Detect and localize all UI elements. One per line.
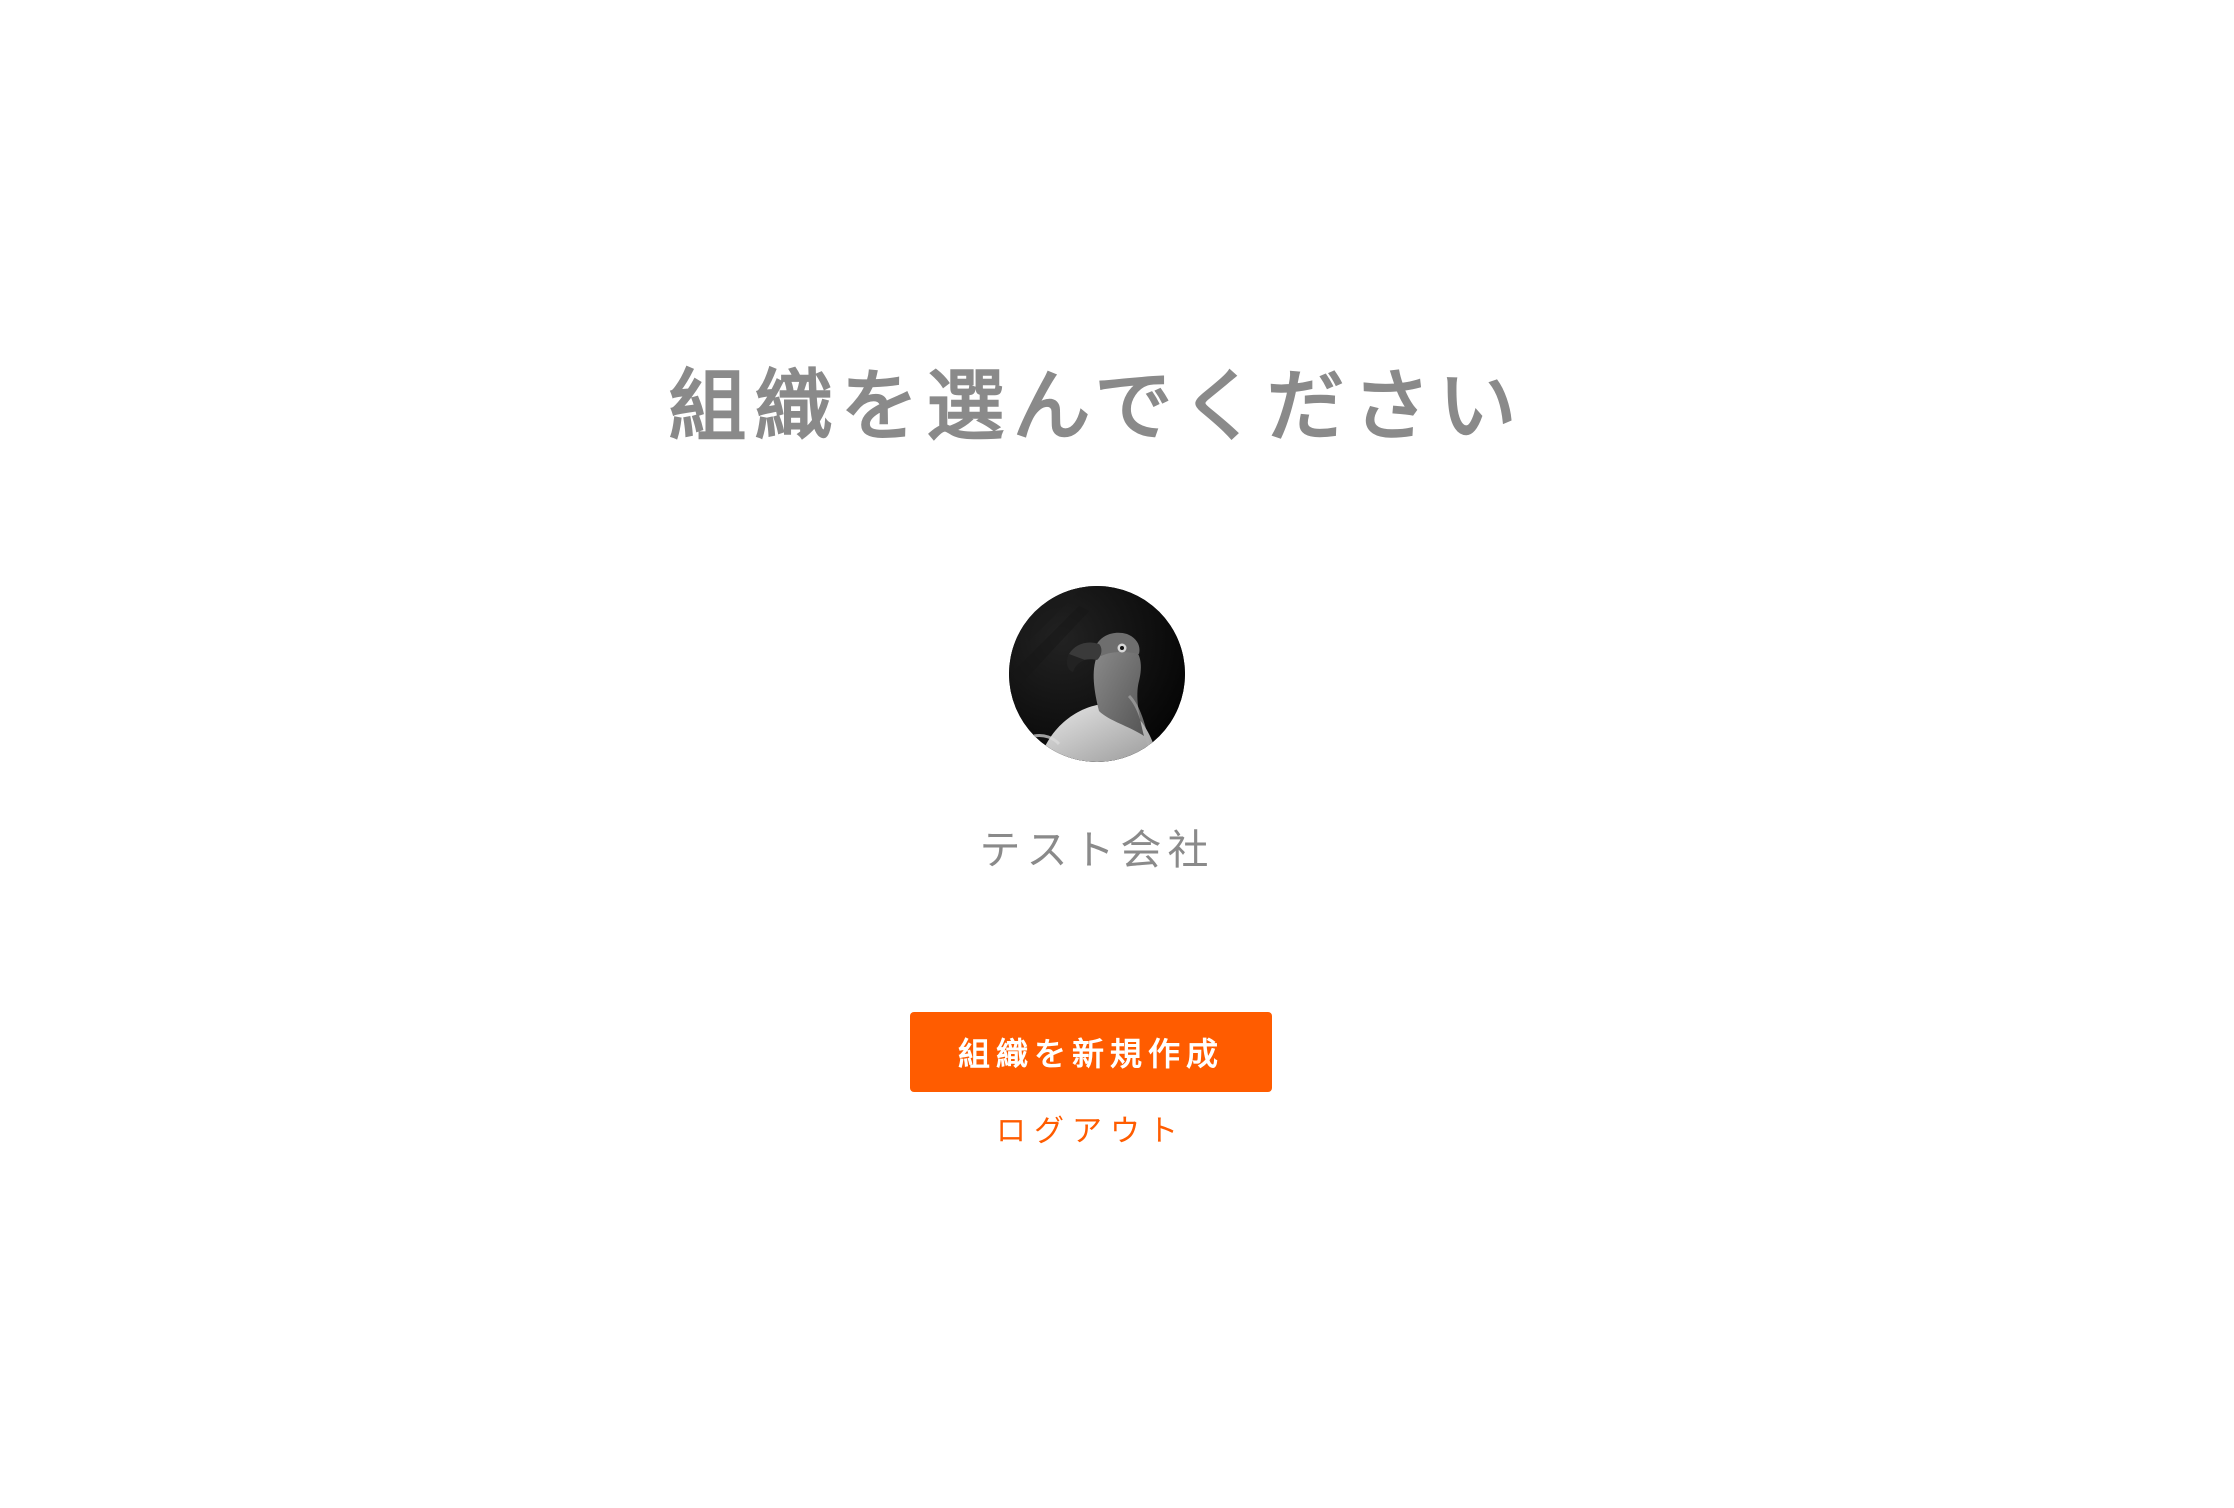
organization-item[interactable]: テスト会社 [917, 586, 1277, 878]
organization-name: テスト会社 [979, 826, 1215, 874]
organization-avatar[interactable] [1009, 586, 1185, 762]
organization-select-page: 組織を選んでください テスト会社 組織を新規作成 ログアウト [0, 0, 2234, 1508]
logout-link[interactable]: ログアウト [910, 1110, 1272, 1154]
page-title: 組織を選んでください [668, 362, 1525, 452]
create-organization-button[interactable]: 組織を新規作成 [910, 1012, 1272, 1092]
vulture-photo-avatar-icon [1009, 586, 1185, 762]
